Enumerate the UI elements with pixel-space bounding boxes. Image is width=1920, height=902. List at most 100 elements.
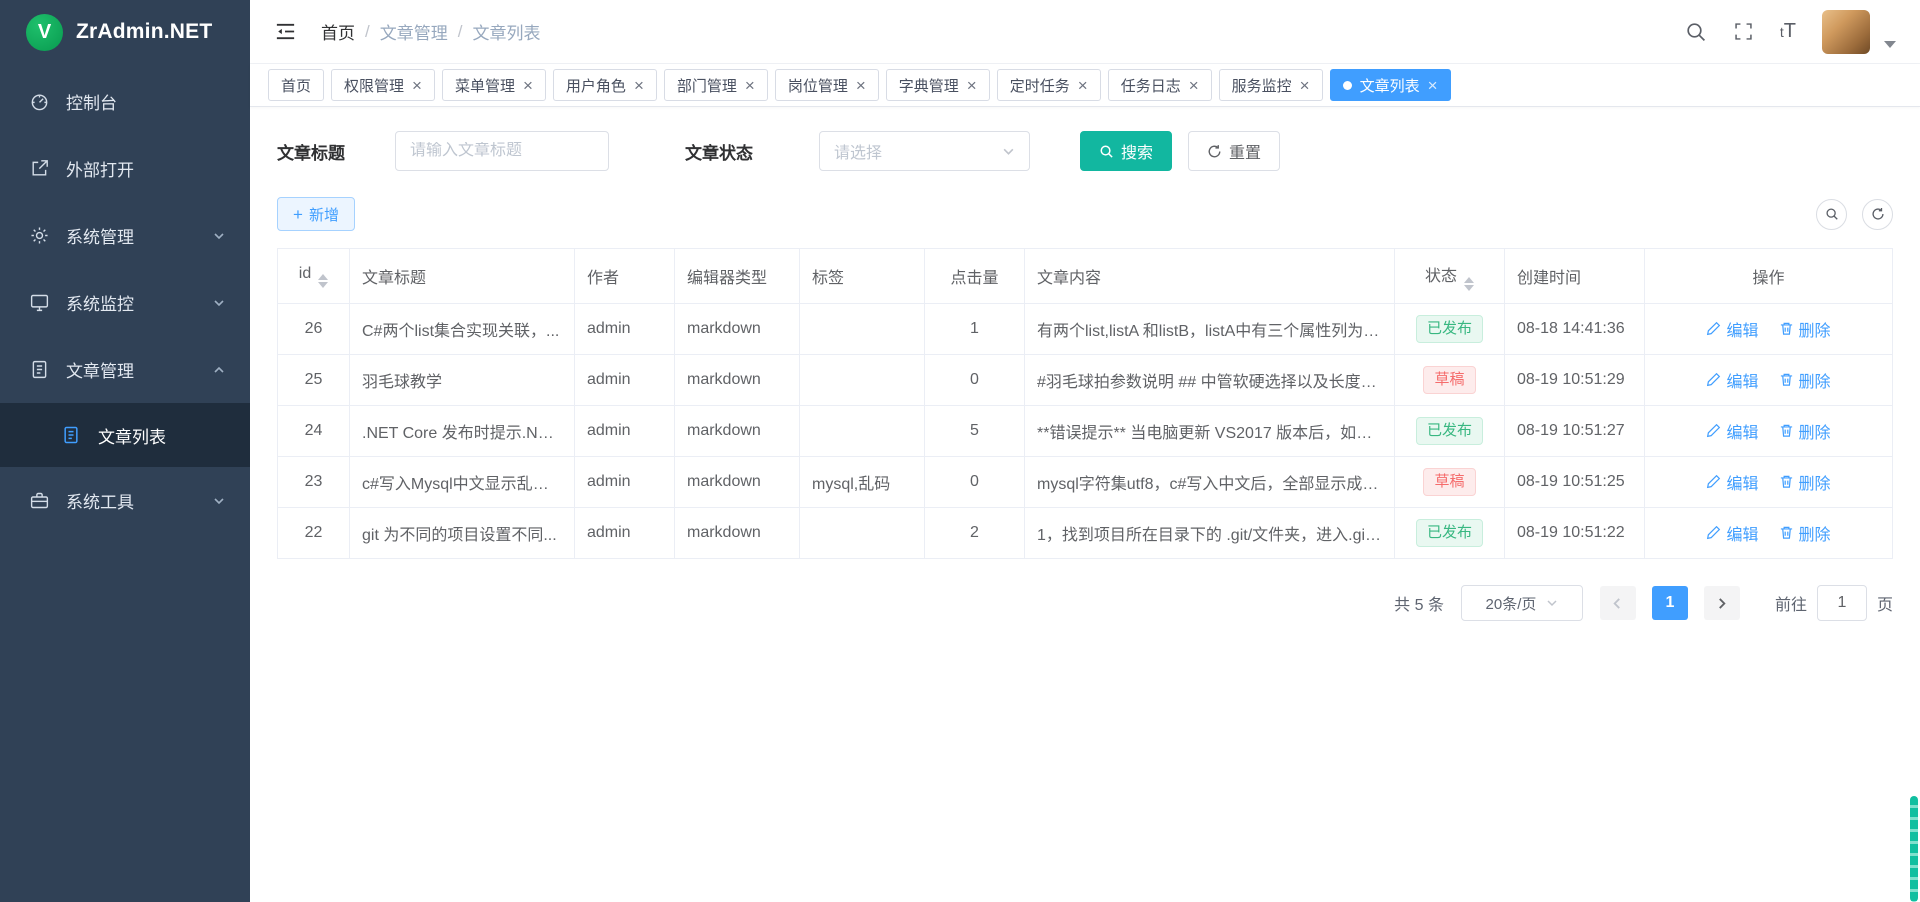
sort-icon[interactable] bbox=[1464, 277, 1474, 291]
column-header[interactable]: id bbox=[278, 249, 350, 304]
close-icon[interactable]: × bbox=[412, 77, 422, 94]
cell-title: C#两个list集合实现关联，... bbox=[350, 304, 575, 355]
close-icon[interactable]: × bbox=[1300, 77, 1310, 94]
edit-icon bbox=[1706, 423, 1721, 438]
document-icon bbox=[28, 359, 50, 381]
edit-button[interactable]: 编辑 bbox=[1706, 368, 1758, 392]
tab-item[interactable]: 文章列表× bbox=[1330, 69, 1451, 101]
tab-item[interactable]: 任务日志× bbox=[1108, 69, 1212, 101]
close-icon[interactable]: × bbox=[856, 77, 866, 94]
app-logo[interactable]: V ZrAdmin.NET bbox=[0, 0, 250, 64]
scrollbar-thumb[interactable] bbox=[1910, 796, 1918, 902]
cell-content: 1，找到项目所在目录下的 .git/文件夹，进入.git/... bbox=[1025, 508, 1395, 559]
breadcrumb-home[interactable]: 首页 bbox=[321, 19, 355, 44]
delete-icon bbox=[1779, 423, 1794, 438]
cell-editor: markdown bbox=[675, 406, 800, 457]
close-icon[interactable]: × bbox=[1189, 77, 1199, 94]
user-avatar[interactable] bbox=[1822, 10, 1870, 54]
close-icon[interactable]: × bbox=[523, 77, 533, 94]
next-page-button[interactable] bbox=[1704, 586, 1740, 620]
filter-form: 文章标题 文章状态 请选择 搜索 重置 bbox=[277, 131, 1893, 171]
column-header-label: 创建时间 bbox=[1517, 270, 1581, 287]
tab-item[interactable]: 部门管理× bbox=[664, 69, 768, 101]
select-placeholder: 请选择 bbox=[834, 139, 882, 163]
add-button[interactable]: + 新增 bbox=[277, 197, 355, 231]
chevron-down-icon bbox=[212, 494, 226, 508]
article-title-input[interactable] bbox=[410, 142, 594, 160]
caret-down-icon[interactable] bbox=[1884, 41, 1896, 48]
close-icon[interactable]: × bbox=[1078, 77, 1088, 94]
font-size-icon[interactable]: tT bbox=[1780, 20, 1796, 43]
tab-item[interactable]: 权限管理× bbox=[331, 69, 435, 101]
edit-button[interactable]: 编辑 bbox=[1706, 317, 1758, 341]
breadcrumb-separator: / bbox=[458, 22, 463, 42]
cell-title: c#写入Mysql中文显示乱码 ... bbox=[350, 457, 575, 508]
column-header-label: 操作 bbox=[1752, 270, 1784, 287]
column-header[interactable]: 状态 bbox=[1395, 249, 1505, 304]
goto-page-input[interactable] bbox=[1817, 585, 1867, 621]
edit-button[interactable]: 编辑 bbox=[1706, 521, 1758, 545]
chevron-up-icon bbox=[212, 363, 226, 377]
delete-button[interactable]: 删除 bbox=[1779, 317, 1831, 341]
sidebar-item-external-open[interactable]: 外部打开 bbox=[0, 135, 250, 202]
sidebar-collapse-button[interactable] bbox=[274, 20, 297, 43]
fullscreen-icon[interactable] bbox=[1733, 21, 1754, 42]
cell-actions: 编辑删除 bbox=[1645, 457, 1893, 508]
breadcrumb-article-management[interactable]: 文章管理 bbox=[380, 19, 448, 44]
table-row: 23c#写入Mysql中文显示乱码 ...adminmarkdownmysql,… bbox=[278, 457, 1893, 508]
sidebar-item-dashboard[interactable]: 控制台 bbox=[0, 68, 250, 135]
tab-item[interactable]: 岗位管理× bbox=[775, 69, 879, 101]
tab-item[interactable]: 服务监控× bbox=[1219, 69, 1323, 101]
close-icon[interactable]: × bbox=[967, 77, 977, 94]
edit-button[interactable]: 编辑 bbox=[1706, 419, 1758, 443]
search-button-label: 搜索 bbox=[1121, 139, 1153, 163]
article-status-select[interactable]: 请选择 bbox=[819, 131, 1030, 171]
app-title: ZrAdmin.NET bbox=[76, 20, 212, 44]
tab-item[interactable]: 定时任务 × bbox=[997, 69, 1101, 101]
edit-button[interactable]: 编辑 bbox=[1706, 470, 1758, 494]
column-header-label: 标签 bbox=[812, 270, 844, 287]
column-header: 编辑器类型 bbox=[675, 249, 800, 304]
close-icon[interactable]: × bbox=[1428, 77, 1438, 94]
close-icon[interactable]: × bbox=[745, 77, 755, 94]
delete-button[interactable]: 删除 bbox=[1779, 470, 1831, 494]
sidebar-item-system-monitor[interactable]: 系统监控 bbox=[0, 269, 250, 336]
close-icon[interactable]: × bbox=[634, 77, 644, 94]
show-search-toggle-button[interactable] bbox=[1816, 199, 1847, 230]
tab-item[interactable]: 用户角色× bbox=[553, 69, 657, 101]
delete-button[interactable]: 删除 bbox=[1779, 368, 1831, 392]
sidebar-item-article-management[interactable]: 文章管理 bbox=[0, 336, 250, 403]
reset-button[interactable]: 重置 bbox=[1188, 131, 1280, 171]
delete-button[interactable]: 删除 bbox=[1779, 419, 1831, 443]
page-number-current[interactable]: 1 bbox=[1652, 586, 1688, 620]
status-badge: 已发布 bbox=[1416, 315, 1483, 343]
cell-tags bbox=[800, 304, 925, 355]
active-tab-dot bbox=[1343, 81, 1352, 90]
tab-item[interactable]: 菜单管理× bbox=[442, 69, 546, 101]
tab-item[interactable]: 字典管理× bbox=[886, 69, 990, 101]
sort-icon[interactable] bbox=[318, 274, 328, 288]
tab-label: 定时任务 bbox=[1010, 75, 1070, 96]
sidebar-item-system-tools[interactable]: 系统工具 bbox=[0, 467, 250, 534]
cell-id: 26 bbox=[278, 304, 350, 355]
chevron-down-icon bbox=[212, 296, 226, 310]
delete-icon bbox=[1779, 474, 1794, 489]
monitor-icon bbox=[28, 292, 50, 314]
goto-page-group: 前往 页 bbox=[1775, 585, 1893, 621]
page-size-select[interactable]: 20条/页 bbox=[1461, 585, 1583, 621]
sidebar-item-label: 系统管理 bbox=[66, 223, 134, 248]
cell-id: 22 bbox=[278, 508, 350, 559]
search-icon[interactable] bbox=[1685, 21, 1707, 43]
cell-created: 08-19 10:51:27 bbox=[1505, 406, 1645, 457]
article-table: id文章标题作者编辑器类型标签点击量文章内容状态创建时间操作 26C#两个lis… bbox=[277, 248, 1893, 559]
cell-status: 已发布 bbox=[1395, 304, 1505, 355]
sidebar-item-system-management[interactable]: 系统管理 bbox=[0, 202, 250, 269]
prev-page-button[interactable] bbox=[1600, 586, 1636, 620]
delete-button[interactable]: 删除 bbox=[1779, 521, 1831, 545]
sidebar-item-label: 文章管理 bbox=[66, 357, 134, 382]
tab-item[interactable]: 首页 bbox=[268, 69, 324, 101]
article-list-icon bbox=[60, 424, 82, 446]
refresh-table-button[interactable] bbox=[1862, 199, 1893, 230]
sidebar-item-article-list[interactable]: 文章列表 bbox=[0, 403, 250, 467]
search-button[interactable]: 搜索 bbox=[1080, 131, 1172, 171]
